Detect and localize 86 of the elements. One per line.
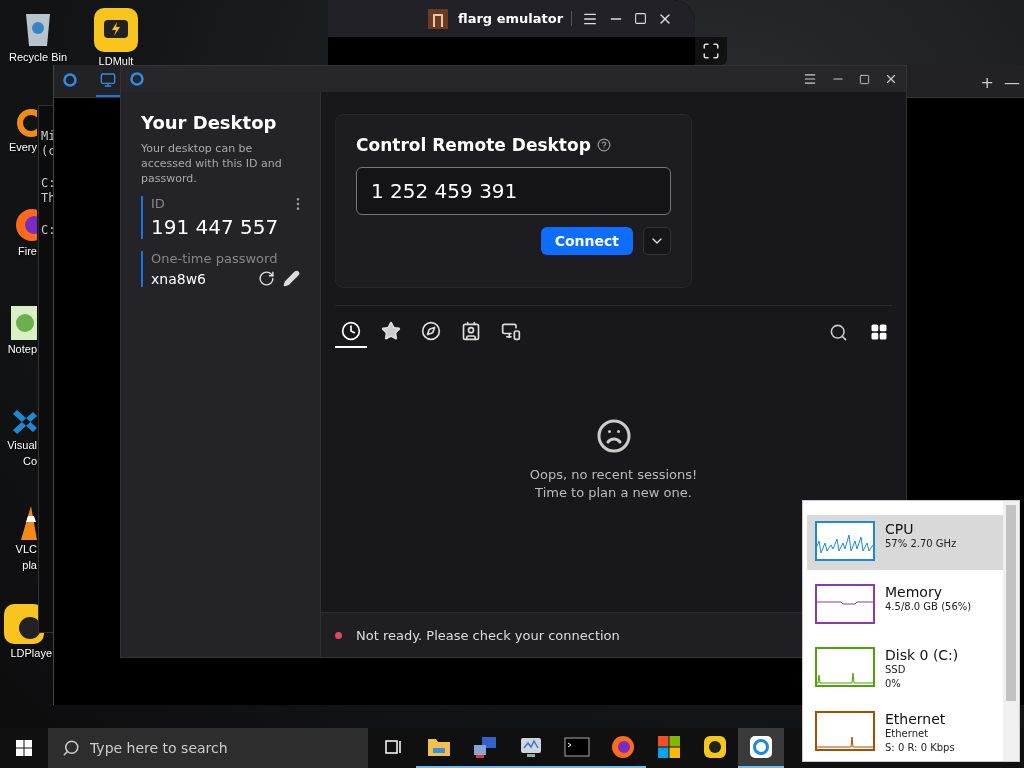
new-tab-button[interactable]: + [980, 73, 994, 92]
app-icon[interactable] [703, 735, 727, 759]
maximize-icon[interactable] [634, 12, 648, 25]
usage-graph [815, 711, 875, 751]
resource-name: Ethernet [885, 711, 947, 727]
menu-icon[interactable] [803, 72, 817, 86]
icon-label: LDPlaye [10, 646, 52, 660]
empty-message: Time to plan a new one. [535, 484, 692, 502]
compass-icon [421, 321, 441, 341]
app-logo-icon [62, 72, 78, 88]
star-icon [381, 321, 401, 341]
close-icon[interactable] [884, 72, 898, 86]
app-logo-icon [129, 71, 145, 87]
maximize-icon[interactable] [859, 73, 870, 85]
icon-label: Fire [18, 244, 37, 258]
resource-detail: S: 0 R: 0 Kbps [885, 741, 955, 755]
usage-graph [815, 521, 875, 561]
performance-item[interactable]: CPU 57% 2.70 GHz [807, 515, 1003, 570]
resource-name: Memory [885, 584, 943, 600]
icon-label: VLC [15, 542, 37, 556]
terminal-line: C: [41, 176, 57, 191]
minimize-button[interactable]: — [1004, 73, 1020, 92]
resource-detail: Ethernet [885, 727, 930, 741]
clock-icon [341, 321, 361, 341]
empty-message: Oops, no recent sessions! [529, 466, 698, 484]
id-label: ID [151, 196, 165, 211]
firefox-icon[interactable] [611, 735, 635, 759]
search-field[interactable]: Type here to search [48, 728, 368, 768]
monitor-icon [100, 72, 116, 88]
remote-id-field[interactable]: 1 252 459 391 [356, 167, 671, 215]
store-icon[interactable] [657, 735, 681, 759]
icon-label: Recycle Bin [8, 50, 68, 64]
performance-item[interactable]: Ethernet Ethernet S: 0 R: 0 Kbps [807, 705, 1003, 761]
app-icon [94, 8, 138, 52]
usage-graph [815, 584, 875, 624]
folder-icon[interactable] [427, 736, 451, 758]
contact-icon [461, 321, 481, 341]
computers-icon[interactable] [472, 735, 498, 759]
app-logo-icon [428, 8, 448, 29]
fullscreen-button[interactable] [695, 37, 727, 65]
icon-label: LDMult [98, 54, 134, 68]
dropdown-button[interactable] [643, 227, 671, 255]
search-icon [62, 739, 80, 757]
resource-detail: 4.5/8.0 GB (56%) [885, 600, 972, 614]
password-value: xna8w6 [151, 270, 207, 287]
icon-label: Every [8, 140, 37, 154]
resource-name: CPU [885, 521, 915, 537]
icon-label: Notep [7, 342, 37, 356]
performance-item[interactable]: Disk 0 (C:) SSD 0% [807, 641, 1003, 697]
resource-detail: 0% [885, 677, 902, 691]
task-view-icon[interactable] [383, 737, 403, 757]
taskbar-button[interactable] [738, 728, 784, 768]
scrollbar[interactable] [1003, 501, 1019, 761]
password-label: One-time password [151, 251, 278, 266]
devices-icon [501, 321, 521, 341]
status-text: Not ready. Please check your connection [356, 627, 620, 643]
help-icon[interactable] [596, 138, 611, 152]
edit-icon[interactable] [283, 270, 300, 287]
app-icon[interactable] [749, 735, 773, 759]
sad-face-icon [595, 418, 632, 454]
icon-label: Co [22, 454, 37, 468]
id-value: 191 447 557 [151, 215, 280, 239]
notepad-icon [11, 306, 37, 340]
sidebar-title: Your Desktop [141, 112, 278, 133]
monitor-icon[interactable] [519, 736, 543, 758]
traffic-cone-icon [21, 506, 37, 540]
grid-view-icon[interactable] [870, 323, 888, 341]
card-title: Control Remote Desktop [356, 135, 671, 155]
resource-detail: 57% 2.70 GHz [885, 537, 957, 551]
usage-graph [815, 647, 875, 687]
resource-detail: SSD [885, 663, 907, 677]
expand-icon [702, 42, 720, 60]
vscode-icon [13, 408, 37, 436]
windows-logo-icon [16, 740, 32, 756]
terminal-line: Mi [41, 129, 57, 144]
window-title: flarg emulator [458, 11, 573, 26]
search-icon[interactable] [829, 322, 848, 342]
connect-button[interactable]: Connect [540, 227, 633, 255]
refresh-icon[interactable] [258, 270, 275, 287]
sidebar-description: Your desktop can be accessed with this ID and password. [141, 141, 283, 186]
icon-label: Visual [7, 438, 37, 452]
icon-label: pla [22, 558, 37, 572]
terminal-icon[interactable] [564, 737, 590, 757]
terminal-line: C: [41, 223, 57, 238]
resource-name: Disk 0 (C:) [885, 647, 959, 663]
performance-item[interactable]: Memory 4.5/8.0 GB (56%) [807, 578, 1003, 633]
